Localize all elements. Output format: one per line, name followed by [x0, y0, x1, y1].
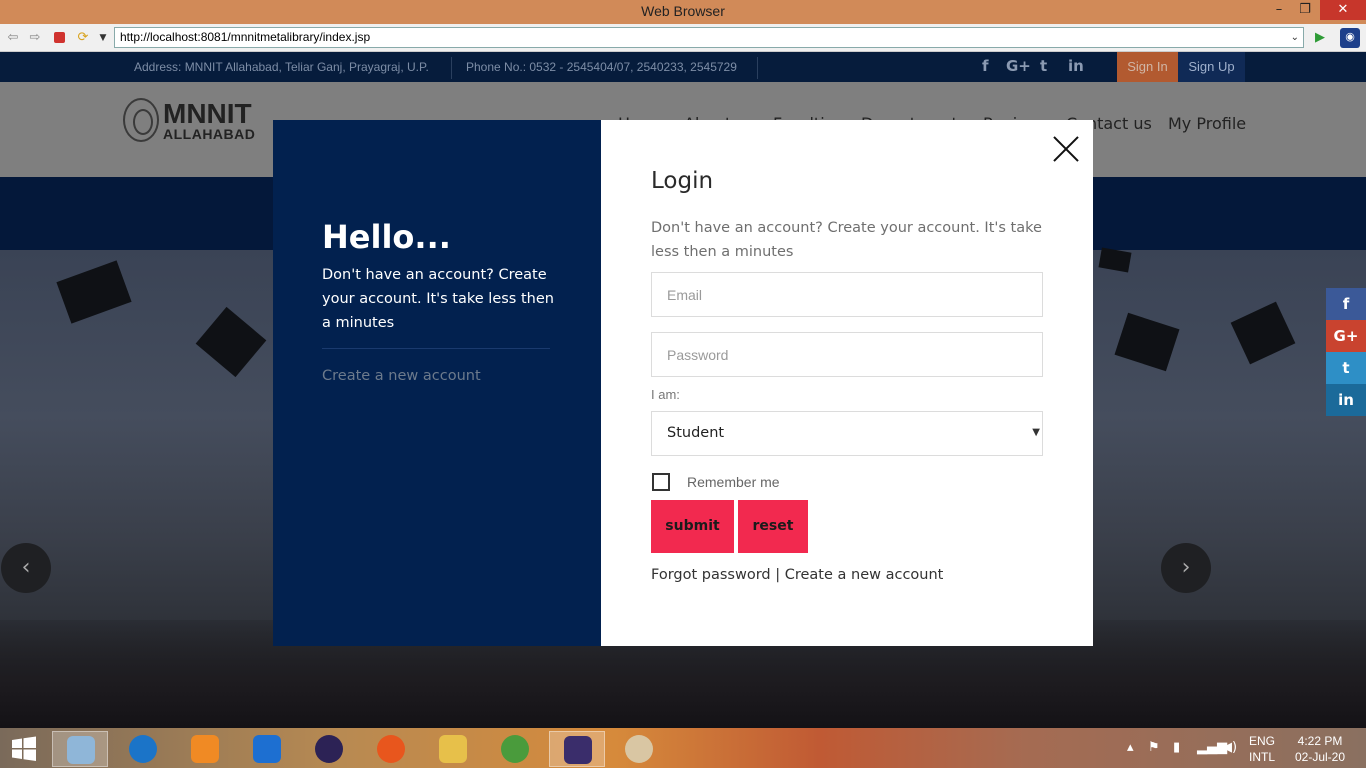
url-dropdown-icon[interactable]: ⌄ — [1291, 28, 1299, 47]
taskbar-defender[interactable] — [239, 731, 295, 767]
taskbar-notepad[interactable] — [52, 731, 108, 767]
linkedin-icon[interactable]: in — [1068, 57, 1084, 75]
history-dropdown-icon[interactable]: ▼ — [94, 29, 112, 47]
tools-icon — [129, 735, 157, 763]
create-account-link[interactable]: Create a new account — [785, 567, 944, 583]
window-titlebar: Web Browser – ❐ ✕ — [0, 0, 1366, 24]
google-plus-icon[interactable]: G+ — [1006, 57, 1031, 75]
flag-icon[interactable]: ⚑ — [1148, 740, 1160, 755]
twitter-icon[interactable]: t — [1040, 57, 1047, 75]
remember-me-checkbox[interactable] — [652, 473, 670, 491]
back-arrow-icon[interactable]: ⇦ — [4, 29, 22, 47]
url-text: http://localhost:8081/mnnitmetalibrary/i… — [120, 30, 371, 44]
role-label: I am: — [651, 387, 680, 402]
slider-next-button[interactable]: › — [1161, 543, 1211, 593]
show-hidden-icons[interactable]: ▴ — [1127, 740, 1134, 755]
create-account-link[interactable]: Create a new account — [322, 368, 481, 384]
login-title: Login — [651, 168, 714, 194]
close-modal-icon[interactable] — [1052, 135, 1080, 163]
role-select[interactable]: Student ▼ — [651, 411, 1043, 456]
side-facebook-icon[interactable]: f — [1326, 288, 1366, 320]
side-twitter-icon[interactable]: t — [1326, 352, 1366, 384]
eclipse-browser-icon[interactable]: ◉ — [1340, 28, 1360, 48]
browser-toolbar: ⇦ ⇨ ⟳ ▼ http://localhost:8081/mnnitmetal… — [0, 24, 1366, 52]
taskbar-javaee-ide[interactable] — [549, 731, 605, 767]
firefox-icon — [377, 735, 405, 763]
taskbar-pdf[interactable] — [177, 731, 233, 767]
taskbar-paint[interactable] — [611, 731, 667, 767]
slider-prev-button[interactable]: ‹ — [1, 543, 51, 593]
login-description: Don't have an account? Create your accou… — [651, 220, 1042, 260]
language-code: ENG — [1248, 734, 1275, 748]
reset-button[interactable]: reset — [738, 500, 808, 553]
remember-me-label[interactable]: Remember me — [687, 474, 780, 490]
chrome-icon — [501, 735, 529, 763]
stop-icon[interactable] — [50, 29, 68, 47]
sign-up-button[interactable]: Sign Up — [1178, 52, 1245, 82]
minimize-button[interactable]: – — [1268, 0, 1290, 20]
paint-icon — [625, 735, 653, 763]
clock-time: 4:22 PM — [1297, 734, 1343, 748]
forgot-password-link[interactable]: Forgot password — [651, 567, 771, 583]
taskbar-chrome[interactable] — [487, 731, 543, 767]
phone-text: Phone No.: 0532 - 2545404/07, 2540233, 2… — [466, 60, 737, 74]
intro-description: Don't have an account? Create your accou… — [322, 267, 554, 331]
taskbar-firefox[interactable] — [363, 731, 419, 767]
url-input[interactable]: http://localhost:8081/mnnitmetalibrary/i… — [114, 27, 1304, 48]
form-links: Forgot password | Create a new account — [651, 567, 943, 583]
java-ee-ide-icon — [564, 736, 592, 764]
side-google-plus-icon[interactable]: G+ — [1326, 320, 1366, 352]
notepad-icon — [67, 736, 95, 764]
close-window-button[interactable]: ✕ — [1320, 0, 1366, 20]
logo-subtext: ALLAHABAD — [163, 126, 256, 142]
windows-logo-icon — [12, 736, 36, 761]
shield-icon — [253, 735, 281, 763]
clock-date: 02-Jul-20 — [1294, 750, 1346, 764]
taskbar-eclipse[interactable] — [301, 731, 357, 767]
divider — [757, 57, 758, 79]
sign-in-button[interactable]: Sign In — [1117, 52, 1178, 82]
eclipse-icon — [315, 735, 343, 763]
password-field[interactable] — [651, 332, 1043, 377]
email-field[interactable] — [651, 272, 1043, 317]
role-selected-value: Student — [667, 425, 725, 441]
submit-button[interactable]: submit — [651, 500, 734, 553]
institute-seal-icon — [123, 98, 159, 142]
chevron-down-icon: ▼ — [1032, 427, 1040, 438]
window-title: Web Browser — [641, 3, 725, 19]
keyboard-layout: INTL — [1248, 750, 1275, 764]
side-linkedin-icon[interactable]: in — [1326, 384, 1366, 416]
battery-icon[interactable]: ▮ — [1173, 740, 1180, 755]
volume-icon[interactable]: ◀) — [1222, 740, 1237, 755]
taskbar-explorer[interactable] — [425, 731, 481, 767]
intro-title: Hello... — [322, 218, 451, 256]
divider — [451, 57, 452, 79]
address-text: Address: MNNIT Allahabad, Teliar Ganj, P… — [134, 60, 429, 74]
link-separator: | — [775, 567, 781, 583]
divider — [322, 348, 550, 349]
nav-my-profile[interactable]: My Profile — [1168, 114, 1246, 133]
go-icon[interactable]: ▶ — [1311, 29, 1329, 47]
maximize-button[interactable]: ❐ — [1294, 0, 1316, 20]
clock[interactable]: 4:22 PM 02-Jul-20 — [1288, 733, 1352, 765]
folder-icon — [439, 735, 467, 763]
taskbar-tool[interactable] — [115, 731, 171, 767]
language-indicator[interactable]: ENG INTL — [1244, 733, 1280, 765]
refresh-icon[interactable]: ⟳ — [74, 29, 92, 47]
facebook-icon[interactable]: f — [982, 57, 989, 75]
forward-arrow-icon[interactable]: ⇨ — [26, 29, 44, 47]
start-button[interactable] — [10, 736, 38, 762]
pdf-icon — [191, 735, 219, 763]
